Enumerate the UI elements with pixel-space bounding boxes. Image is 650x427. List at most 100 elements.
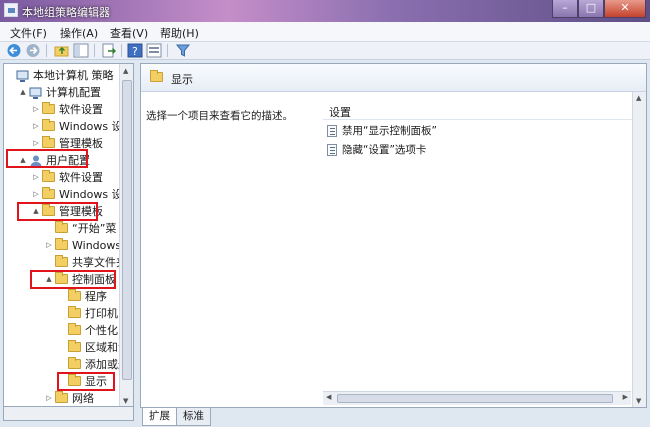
- scroll-left-icon[interactable]: ◀: [326, 393, 331, 401]
- tree-item-label: 用户配置: [46, 154, 90, 167]
- details-pane: 显示 选择一个项目来查看它的描述。 设置 禁用“显示控制面板” 隐藏“设置”选项…: [140, 63, 647, 408]
- expand-arrow-icon[interactable]: ▷: [32, 169, 40, 186]
- tab-standard[interactable]: 标准: [176, 408, 211, 426]
- app-icon: [4, 3, 18, 17]
- expand-arrow-icon[interactable]: [58, 288, 66, 305]
- expand-arrow-icon[interactable]: ▷: [45, 390, 53, 407]
- tree-item-label: 控制面板: [72, 273, 116, 286]
- window: 本地组策略编辑器 – □ ✕ 文件(F) 操作(A) 查看(V) 帮助(H) ?…: [0, 0, 650, 427]
- tree-item[interactable]: ▲ 用户配置: [4, 152, 122, 169]
- collapse-arrow-icon[interactable]: ▲: [19, 84, 27, 101]
- setting-label: 禁用“显示控制面板”: [342, 125, 437, 137]
- tree-item[interactable]: “开始”菜: [4, 220, 122, 237]
- tree-item[interactable]: ▲ 控制面板: [4, 271, 122, 288]
- expand-arrow-icon[interactable]: ▷: [32, 118, 40, 135]
- tree-item[interactable]: 添加或删: [4, 356, 129, 373]
- menu-action[interactable]: 操作(A): [60, 25, 98, 41]
- expand-arrow-icon[interactable]: [58, 373, 66, 390]
- tree-item-label: 计算机配置: [46, 86, 101, 99]
- collapse-arrow-icon[interactable]: ▲: [32, 203, 40, 220]
- scroll-up-icon[interactable]: ▲: [636, 94, 641, 102]
- expand-arrow-icon[interactable]: [58, 305, 66, 322]
- title-bar[interactable]: 本地组策略编辑器 – □ ✕: [0, 0, 650, 22]
- expand-arrow-icon[interactable]: [58, 356, 66, 373]
- tree-item[interactable]: 程序: [4, 288, 122, 305]
- help-icon[interactable]: ?: [127, 43, 143, 58]
- maximize-button[interactable]: □: [578, 0, 604, 18]
- collapse-arrow-icon[interactable]: ▲: [45, 271, 53, 288]
- tree-item[interactable]: ▷ 网络: [4, 390, 122, 407]
- scroll-thumb[interactable]: [122, 80, 132, 380]
- tree-item[interactable]: 打印机: [4, 305, 122, 322]
- forward-icon[interactable]: [25, 43, 41, 58]
- folder-icon: [55, 255, 68, 267]
- minimize-button[interactable]: –: [552, 0, 578, 18]
- folder-icon: [55, 238, 68, 250]
- expand-arrow-icon[interactable]: [6, 67, 14, 84]
- svg-text:?: ?: [132, 45, 138, 58]
- collapse-arrow-icon[interactable]: ▲: [19, 152, 27, 169]
- scroll-thumb[interactable]: [337, 394, 613, 403]
- tree-item[interactable]: 个性化: [4, 322, 122, 339]
- expand-arrow-icon[interactable]: ▷: [32, 135, 40, 152]
- expand-arrow-icon[interactable]: [45, 220, 53, 237]
- scroll-up-icon[interactable]: ▲: [123, 67, 128, 75]
- scroll-down-icon[interactable]: ▼: [123, 397, 128, 405]
- tree-item[interactable]: 本地计算机 策略: [4, 67, 122, 84]
- tree-item[interactable]: ▲ 管理模板: [4, 203, 122, 220]
- tree-item-label: 管理模板: [59, 205, 103, 218]
- close-button[interactable]: ✕: [604, 0, 646, 18]
- tree-item[interactable]: ▷ 软件设置: [4, 169, 122, 186]
- tree-item[interactable]: ▷ 软件设置: [4, 101, 122, 118]
- up-folder-icon[interactable]: [54, 43, 70, 58]
- menu-help[interactable]: 帮助(H): [160, 25, 199, 41]
- expand-arrow-icon[interactable]: [58, 339, 66, 356]
- tree-horizontal-scrollbar[interactable]: [3, 406, 134, 421]
- tree-item[interactable]: ▲ 计算机配置: [4, 84, 122, 101]
- details-horizontal-scrollbar[interactable]: ◀ ▶: [323, 391, 631, 405]
- back-icon[interactable]: [6, 43, 22, 58]
- tree-pane[interactable]: 本地计算机 策略 ▲ 计算机配置 ▷ 软件设置 ▷ Windows 设置 ▷ 管理模板 ▲ 用户配置…: [3, 63, 134, 408]
- tree-item[interactable]: ▷ 管理模板: [4, 135, 122, 152]
- folder-icon: [150, 70, 163, 82]
- show-hide-tree-icon[interactable]: [73, 43, 89, 58]
- filter-icon[interactable]: [175, 43, 191, 58]
- tree-item-label: “开始”菜: [72, 222, 117, 235]
- tree-item[interactable]: 共享文件夹: [4, 254, 127, 271]
- tree-item[interactable]: 区域和语: [4, 339, 129, 356]
- folder-icon: [55, 221, 68, 233]
- properties-icon[interactable]: [146, 43, 162, 58]
- setting-label: 隐藏“设置”选项卡: [342, 144, 427, 156]
- folder-icon: [68, 306, 81, 318]
- scroll-down-icon[interactable]: ▼: [636, 397, 641, 405]
- folder-icon: [68, 289, 81, 301]
- expand-arrow-icon[interactable]: ▷: [45, 237, 53, 254]
- toolbar-separator: [121, 44, 122, 57]
- folder-icon: [55, 272, 68, 284]
- toolbar-separator: [46, 44, 47, 57]
- tree-item[interactable]: ▷ Windows 设置: [4, 186, 133, 203]
- tab-extended[interactable]: 扩展: [142, 408, 177, 426]
- tree-item[interactable]: 显示: [4, 373, 122, 390]
- expand-arrow-icon[interactable]: [45, 254, 53, 271]
- window-title: 本地组策略编辑器: [22, 6, 110, 19]
- tree-item-label: 打印机: [85, 307, 118, 320]
- tree-item-label: 管理模板: [59, 137, 103, 150]
- expand-arrow-icon[interactable]: ▷: [32, 186, 40, 203]
- details-vertical-scrollbar[interactable]: ▲ ▼: [632, 92, 646, 407]
- window-controls: – □ ✕: [552, 0, 646, 19]
- scroll-right-icon[interactable]: ▶: [623, 393, 628, 401]
- tree-item[interactable]: ▷ Windows 设置: [4, 118, 133, 135]
- export-list-icon[interactable]: [101, 43, 117, 58]
- user-icon: [30, 155, 42, 167]
- toolbar-separator: [94, 44, 95, 57]
- expand-arrow-icon[interactable]: [58, 322, 66, 339]
- tree-vertical-scrollbar[interactable]: ▲ ▼: [119, 64, 133, 407]
- tree-item-label: 软件设置: [59, 171, 103, 184]
- menu-view[interactable]: 查看(V): [110, 25, 148, 41]
- menu-file[interactable]: 文件(F): [10, 25, 47, 41]
- details-header: 显示: [141, 64, 646, 92]
- tree-item[interactable]: ▷ Windows 组: [4, 237, 133, 254]
- settings-column-header[interactable]: 设置: [323, 100, 645, 120]
- expand-arrow-icon[interactable]: ▷: [32, 101, 40, 118]
